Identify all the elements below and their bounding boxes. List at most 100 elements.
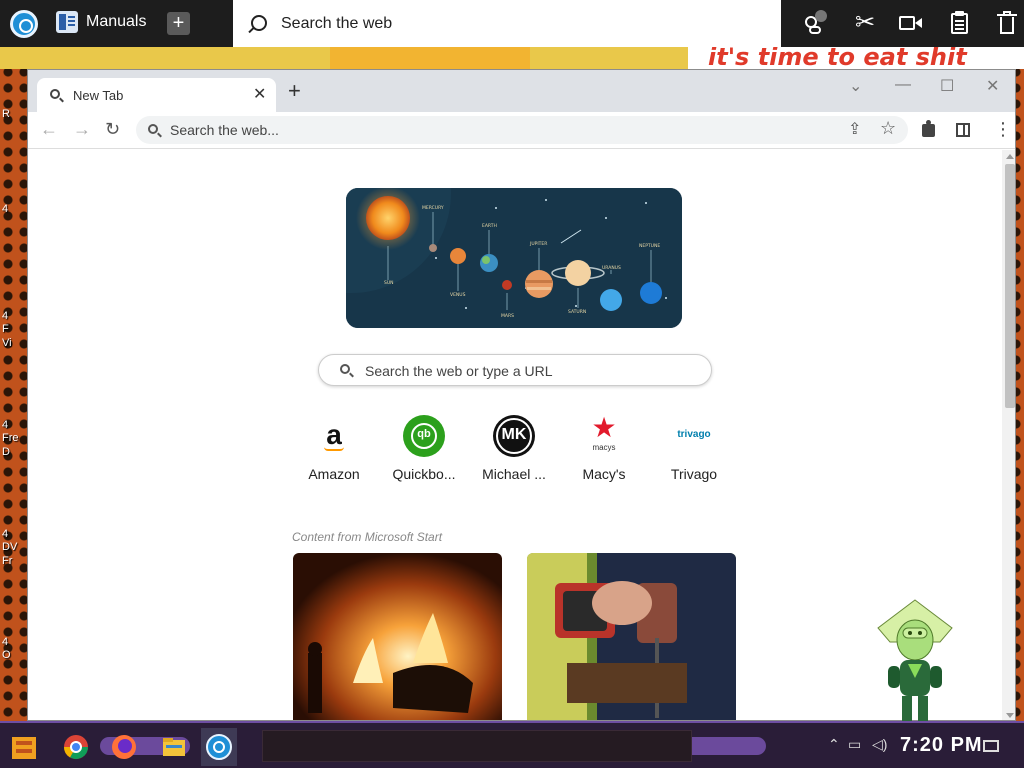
address-bar[interactable]: Search the web... ⇪ ☆ (136, 116, 908, 144)
minimize-button[interactable]: — (895, 76, 911, 94)
close-tab-icon[interactable]: ✕ (253, 84, 266, 104)
forward-icon[interactable]: → (73, 118, 91, 140)
browser-window: New Tab ✕ + ⌄ — ☐ ✕ ← → ↻ Search the web… (27, 69, 1016, 721)
sun-icon (366, 196, 410, 240)
scroll-thumb[interactable] (1005, 164, 1015, 408)
desktop-icon-label[interactable]: Fre (2, 432, 19, 444)
shortcut-quickbooks[interactable]: qb Quickbo... (384, 415, 464, 485)
firefox-icon[interactable] (110, 733, 138, 761)
desktop-icon-label[interactable]: 4 (2, 310, 8, 322)
top-app-bar: Manuals + Search the web ✂ (0, 0, 1024, 47)
menu-icon[interactable]: ⋮ (994, 118, 1012, 140)
new-tab-page: SUN MERCURY VENUS EARTH MARS JUPITER SAT… (28, 150, 1015, 720)
home-button[interactable] (10, 10, 38, 38)
tab-bar: New Tab ✕ + ⌄ — ☐ ✕ (28, 70, 1015, 112)
scroll-down-icon[interactable] (1006, 713, 1014, 718)
saturn-label: SATURN (568, 309, 586, 315)
shortcut-macys[interactable]: ★ macys Macy's (564, 412, 644, 485)
macys-icon: ★ macys (583, 412, 625, 457)
taskbar-app-strip (262, 730, 692, 762)
web-search-bar[interactable]: Search the web (233, 0, 781, 47)
search-icon (340, 364, 350, 374)
ntp-search-box[interactable]: Search the web or type a URL (318, 354, 712, 386)
back-icon[interactable]: ← (40, 118, 58, 140)
desktop-icon-label[interactable]: DV (2, 541, 17, 553)
chevron-up-icon[interactable]: ⌃ (828, 736, 840, 753)
taskbar: ⌃ ▭ ◁) 7:20 PM (0, 721, 1024, 768)
taskbar-active-app[interactable] (201, 728, 237, 766)
taskbar-decoration (692, 737, 766, 755)
venus-label: VENUS (450, 292, 466, 298)
extensions-icon[interactable] (922, 120, 935, 137)
scissors-icon[interactable]: ✂ (852, 10, 878, 36)
neptune-label: NEPTUNE (639, 243, 660, 249)
saturn-icon (565, 260, 591, 286)
chrome-icon[interactable] (62, 733, 90, 761)
wallpaper-image (330, 47, 530, 69)
desktop-icon-label[interactable]: Vi (2, 337, 12, 349)
bookmark-star-icon[interactable]: ☆ (880, 118, 896, 139)
trash-icon[interactable] (995, 10, 1021, 36)
news-card-fire[interactable] (293, 553, 502, 720)
network-icon[interactable]: ▭ (848, 736, 861, 753)
search-icon (50, 89, 60, 99)
mercury-icon (429, 244, 437, 252)
shortcut-amazon[interactable]: a Amazon (294, 415, 374, 485)
manuals-app-button[interactable]: Manuals (56, 11, 146, 33)
add-button[interactable]: + (167, 12, 190, 35)
desktop-icon-label[interactable]: F (2, 323, 9, 335)
close-window-button[interactable]: ✕ (986, 76, 999, 96)
solar-system-doodle[interactable]: SUN MERCURY VENUS EARTH MARS JUPITER SAT… (346, 188, 682, 328)
scroll-up-icon[interactable] (1006, 154, 1014, 159)
shortcut-label: Quickbo... (392, 466, 456, 482)
volume-icon[interactable]: ◁) (872, 736, 887, 753)
new-tab-button[interactable]: + (288, 80, 301, 102)
desktop-icon-label[interactable]: O (2, 649, 11, 661)
notification-icon[interactable] (983, 740, 999, 752)
tab-new-tab[interactable]: New Tab ✕ (37, 78, 276, 112)
wallpaper-strip: it's time to eat shit (0, 47, 1024, 69)
side-panel-icon[interactable] (956, 123, 970, 137)
share-icon[interactable]: ⇪ (848, 119, 861, 139)
michael-kors-icon: MK (493, 415, 535, 457)
doodle-graphic: SUN MERCURY VENUS EARTH MARS JUPITER SAT… (346, 188, 682, 328)
meme-text: it's time to eat shit (708, 47, 967, 69)
start-button[interactable] (10, 735, 38, 761)
desktop-icon-label[interactable]: 4 (2, 203, 8, 215)
desktop-icon-label[interactable]: 4 (2, 636, 8, 648)
ntp-search-placeholder: Search the web or type a URL (365, 363, 553, 379)
news-card-drill[interactable] (527, 553, 736, 720)
hub-icon[interactable] (803, 10, 829, 36)
web-search-placeholder: Search the web (281, 15, 393, 32)
clipboard-icon[interactable] (947, 10, 973, 36)
shortcut-trivago[interactable]: trivago Trivago (654, 415, 734, 485)
content-source-label: Content from Microsoft Start (292, 530, 443, 544)
amazon-icon: a (313, 415, 355, 457)
jupiter-label: JUPITER (529, 241, 547, 247)
desktop-icon-label[interactable]: D (2, 446, 10, 458)
desktop-icon-label[interactable]: 4 (2, 528, 8, 540)
reload-icon[interactable]: ↻ (105, 118, 120, 140)
file-explorer-icon[interactable] (160, 733, 188, 761)
manuals-icon (56, 11, 78, 33)
sun-label: SUN (384, 280, 394, 286)
desktop-icon-label[interactable]: 4 (2, 419, 8, 431)
taskbar-clock[interactable]: 7:20 PM (900, 734, 983, 757)
tab-search-icon[interactable]: ⌄ (849, 76, 862, 96)
peridot-mascot[interactable] (870, 598, 960, 728)
shortcut-label: Amazon (308, 466, 360, 482)
video-camera-icon[interactable] (898, 10, 924, 36)
shortcut-label: Trivago (670, 466, 718, 482)
address-placeholder: Search the web... (170, 122, 279, 138)
search-icon (251, 15, 267, 31)
app-title: Manuals (86, 13, 147, 30)
shortcut-label: Michael ... (482, 466, 546, 482)
maximize-button[interactable]: ☐ (940, 76, 954, 96)
page-scrollbar[interactable] (1002, 150, 1015, 720)
uranus-icon (600, 289, 622, 311)
shortcut-michael-kors[interactable]: MK Michael ... (474, 415, 554, 485)
desktop-icon-label[interactable]: Fr (2, 555, 12, 567)
desktop-icon-label[interactable]: R (2, 108, 10, 120)
news-card-image (527, 553, 736, 720)
neptune-icon (640, 282, 662, 304)
